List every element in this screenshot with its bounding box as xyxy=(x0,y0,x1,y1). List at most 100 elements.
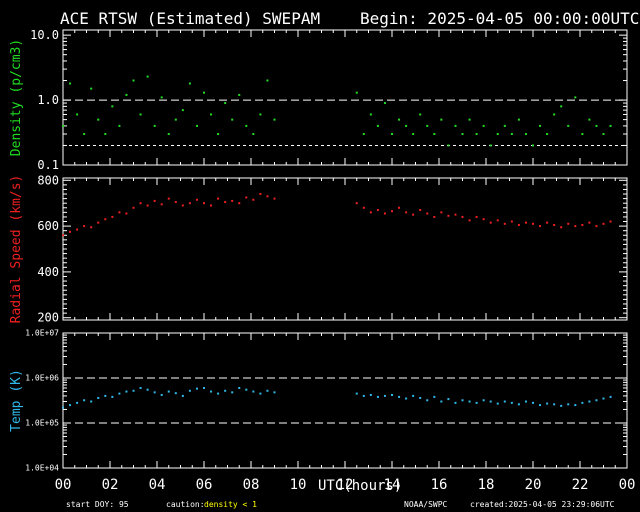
data-point xyxy=(588,400,591,403)
data-point xyxy=(440,118,443,121)
data-point xyxy=(461,399,464,402)
data-point xyxy=(405,397,408,400)
data-point xyxy=(398,395,401,398)
y-tick-label: 1.0E+05 xyxy=(25,419,59,428)
data-point xyxy=(153,199,156,202)
y-tick-label: 800 xyxy=(37,173,59,187)
data-point xyxy=(146,75,149,78)
y-tick-label: 0.1 xyxy=(37,158,59,172)
data-point xyxy=(83,399,86,402)
data-point xyxy=(224,389,227,392)
data-point xyxy=(217,133,220,136)
data-point xyxy=(482,399,485,402)
data-point xyxy=(355,91,358,94)
data-point xyxy=(426,212,429,215)
data-point xyxy=(76,401,79,404)
data-point xyxy=(203,386,205,389)
caution-label: caution: xyxy=(166,500,205,509)
data-point xyxy=(266,195,269,198)
y-tick-label: 1.0 xyxy=(37,93,59,107)
data-point xyxy=(224,201,227,204)
x-tick-label: 22 xyxy=(572,477,589,493)
data-point xyxy=(433,215,436,218)
data-point xyxy=(62,124,64,127)
data-point xyxy=(259,392,262,395)
data-point xyxy=(160,96,163,99)
data-point xyxy=(496,133,499,136)
data-point xyxy=(245,388,248,391)
data-point xyxy=(553,113,556,116)
data-point xyxy=(391,393,393,396)
y-axis-label: Radial Speed (km/s) xyxy=(9,175,24,324)
x-tick-label: 00 xyxy=(619,477,636,493)
data-point xyxy=(217,392,220,395)
data-point xyxy=(440,400,443,403)
data-point xyxy=(369,211,372,214)
data-point xyxy=(454,213,457,216)
data-point xyxy=(595,399,598,402)
data-point xyxy=(532,222,534,225)
data-point xyxy=(546,221,549,224)
data-point xyxy=(355,202,358,205)
data-point xyxy=(574,96,577,99)
data-point xyxy=(245,196,248,199)
y-tick-label: 200 xyxy=(37,311,59,325)
data-point xyxy=(97,396,100,399)
data-point xyxy=(503,222,506,225)
data-point xyxy=(167,197,170,200)
data-point xyxy=(496,219,499,222)
data-point xyxy=(259,113,262,116)
data-point xyxy=(97,221,100,224)
data-point xyxy=(461,133,464,136)
data-point xyxy=(362,206,365,209)
data-point xyxy=(273,197,276,200)
data-point xyxy=(524,221,527,224)
data-point xyxy=(118,124,121,127)
data-point xyxy=(475,133,478,136)
density-panel: 10.0 1.0 0.1 Density (p/cm3) xyxy=(9,28,628,172)
x-tick-label: 02 xyxy=(102,477,119,493)
data-point xyxy=(461,215,464,218)
data-point xyxy=(362,394,365,397)
data-point xyxy=(69,82,72,85)
start-doy: start DOY: 95 xyxy=(66,500,129,509)
x-tick-label: 16 xyxy=(431,477,448,493)
data-point xyxy=(118,211,121,214)
data-point xyxy=(376,209,379,212)
data-point xyxy=(510,220,513,223)
data-point xyxy=(376,124,379,127)
data-point xyxy=(362,133,365,136)
data-point xyxy=(174,392,177,395)
x-tick-label: 04 xyxy=(149,477,166,493)
data-point xyxy=(503,124,506,127)
data-point xyxy=(69,230,72,233)
data-point xyxy=(231,391,234,394)
data-point xyxy=(524,400,527,403)
panel-frame xyxy=(62,177,628,321)
data-point xyxy=(433,133,436,136)
data-point xyxy=(273,391,276,394)
data-point xyxy=(195,124,198,127)
data-point xyxy=(482,218,485,221)
data-point xyxy=(440,211,443,214)
data-point xyxy=(503,400,506,403)
data-point xyxy=(574,404,577,407)
swepam-plot: ACE RTSW (Estimated) SWEPAM Begin: 2025-… xyxy=(9,9,639,509)
data-point xyxy=(238,386,241,389)
data-point xyxy=(139,113,142,116)
y-tick-label: 600 xyxy=(37,219,59,233)
data-point xyxy=(90,87,93,90)
data-point xyxy=(118,392,121,395)
data-point xyxy=(609,220,612,223)
data-point xyxy=(238,202,241,205)
data-point xyxy=(567,222,570,225)
data-point xyxy=(132,206,135,209)
data-point xyxy=(146,204,149,207)
data-point xyxy=(160,393,163,396)
data-point xyxy=(419,209,422,212)
data-point xyxy=(398,118,401,121)
data-point xyxy=(475,215,478,218)
caution-note: density < 1 xyxy=(204,500,257,509)
data-point xyxy=(426,124,429,127)
data-point xyxy=(383,212,386,215)
